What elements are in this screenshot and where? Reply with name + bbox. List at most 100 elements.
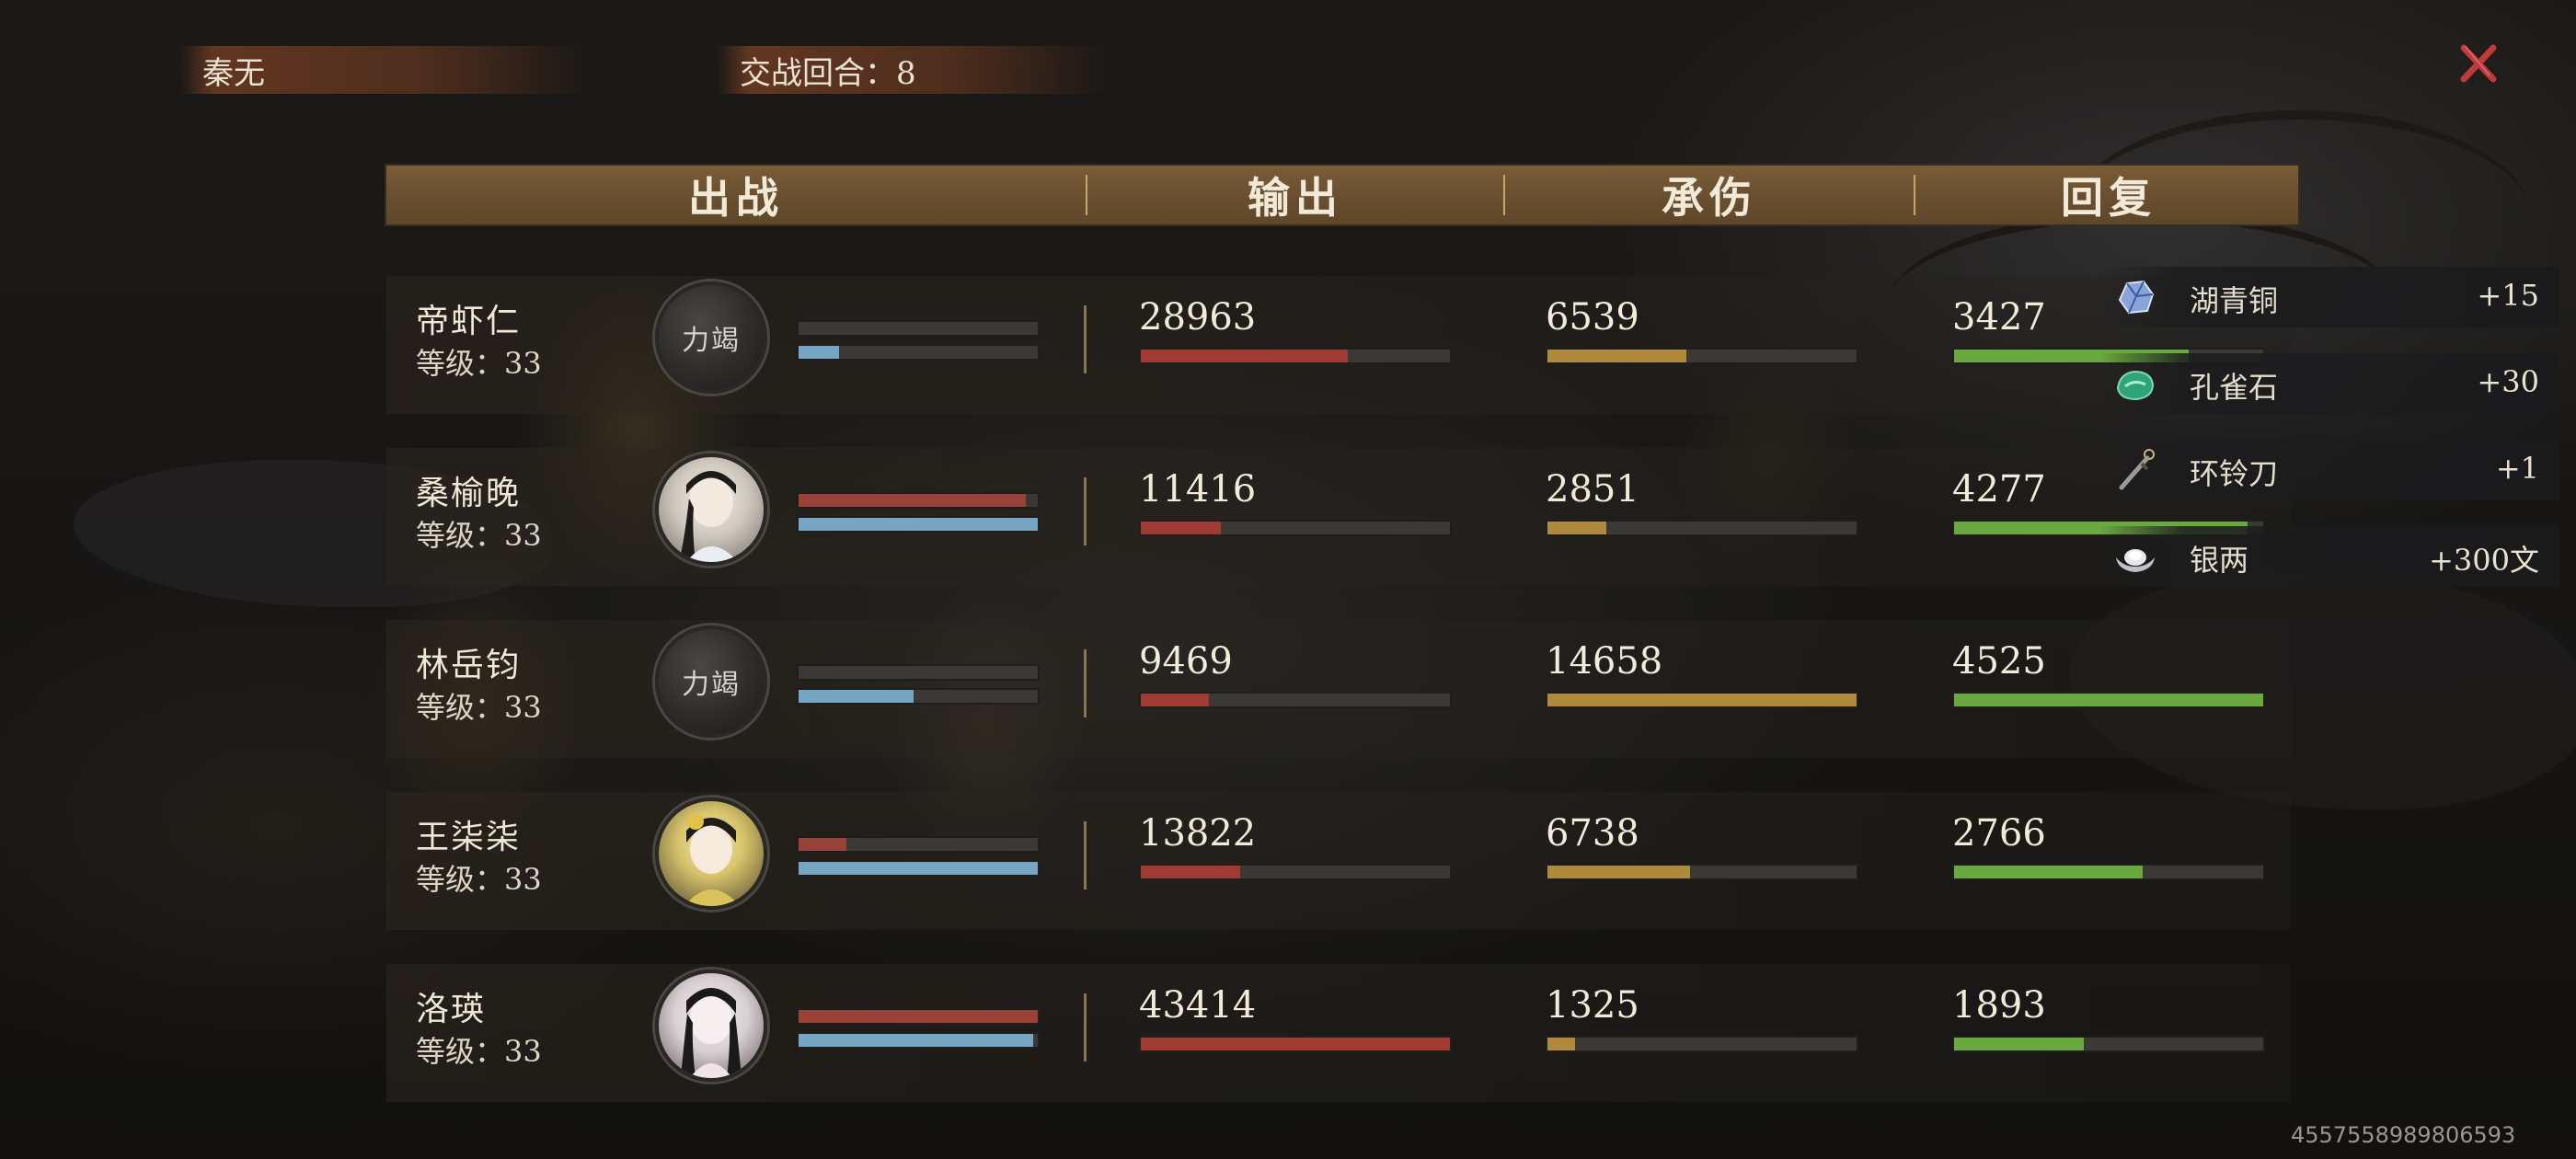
column-header-deploy: 出战 [688, 173, 784, 223]
reward-name: 孔雀石 [2190, 370, 2279, 405]
damage-taken-bar-fill [1547, 1038, 1576, 1050]
battle-round-label: 交战回合：8 [740, 54, 916, 92]
character-row: 林岳钧 等级：33 力竭 9469 14658 4525 [386, 620, 2291, 758]
output-bar [1139, 1036, 1452, 1052]
column-header-recovery: 回复 [2061, 173, 2156, 223]
energy-bar-fill [799, 346, 840, 359]
battle-result-screen: 秦无 交战回合：8 出战 输出 承伤 回复 帝虾仁 等级：33 力竭 28963 [0, 0, 2576, 1159]
recovery-bar [1952, 1036, 2265, 1052]
energy-bar [797, 344, 1040, 361]
stats-table-header: 出战 输出 承伤 回复 [385, 164, 2300, 226]
character-level: 等级：33 [416, 862, 542, 897]
damage-taken-value: 2851 [1546, 468, 1639, 511]
close-button[interactable] [2453, 39, 2504, 90]
character-row: 王柒柒 等级：33 13822 6738 2766 [386, 792, 2291, 930]
output-value: 11416 [1139, 468, 1257, 511]
output-stat: 11416 [1139, 448, 1452, 586]
energy-bar-fill [799, 862, 1038, 875]
character-name: 桑榆晚 [416, 475, 522, 512]
damage-taken-value: 6738 [1546, 812, 1639, 855]
bronze-ore-icon [2118, 280, 2155, 315]
character-avatar[interactable] [655, 453, 767, 566]
damage-taken-bar-fill [1547, 694, 1857, 706]
character-name: 林岳钧 [416, 647, 522, 684]
recovery-bar [1952, 864, 2265, 880]
output-bar [1139, 348, 1452, 364]
output-stat: 28963 [1139, 276, 1452, 414]
recovery-stat: 2766 [1952, 792, 2265, 930]
output-bar-fill [1141, 1038, 1450, 1050]
reward-amount: +15 [2477, 278, 2539, 313]
battle-round-tag: 交战回合：8 [718, 46, 1108, 94]
energy-bar [797, 688, 1040, 705]
health-bar-fill [799, 838, 846, 851]
health-bar [797, 1008, 1040, 1025]
exhausted-label: 力竭 [682, 669, 741, 701]
damage-taken-stat: 1325 [1546, 964, 1858, 1102]
energy-bar [797, 860, 1040, 877]
character-avatar[interactable] [655, 798, 767, 910]
damage-taken-value: 6539 [1546, 296, 1639, 339]
damage-taken-stat: 2851 [1546, 448, 1858, 586]
output-bar-fill [1141, 522, 1222, 534]
health-bar [797, 836, 1040, 853]
output-bar-fill [1141, 350, 1349, 362]
character-row: 洛瑛 等级：33 43414 1325 1893 [386, 964, 2291, 1102]
recovery-bar [1952, 692, 2265, 708]
damage-taken-bar-fill [1547, 866, 1690, 878]
damage-taken-value: 14658 [1546, 640, 1663, 683]
output-value: 13822 [1139, 812, 1257, 855]
energy-bar-fill [799, 1034, 1033, 1047]
malachite-icon [2116, 370, 2155, 401]
output-value: 43414 [1139, 984, 1257, 1027]
reward-item[interactable]: 银两 +300文 [2099, 526, 2559, 587]
player-name: 秦无 [202, 54, 265, 92]
damage-taken-bar-fill [1547, 350, 1687, 362]
health-bar-fill [799, 494, 1026, 507]
damage-taken-bar-fill [1547, 522, 1606, 534]
output-stat: 43414 [1139, 964, 1452, 1102]
exhausted-label: 力竭 [682, 325, 741, 357]
damage-taken-stat: 14658 [1546, 620, 1858, 758]
character-avatar[interactable]: 力竭 [655, 281, 767, 394]
damage-taken-bar [1546, 1036, 1858, 1052]
character-name: 帝虾仁 [416, 303, 522, 340]
column-header-damage-taken: 承伤 [1662, 173, 1757, 223]
row-divider [1084, 993, 1087, 1061]
output-bar-fill [1141, 866, 1240, 878]
character-level: 等级：33 [416, 690, 542, 725]
character-level: 等级：33 [416, 346, 542, 381]
reward-name: 湖青铜 [2190, 283, 2279, 318]
row-divider [1084, 821, 1087, 889]
reward-item[interactable]: 环铃刀 +1 [2099, 440, 2559, 500]
recovery-bar-fill [1954, 694, 2263, 706]
recovery-stat: 1893 [1952, 964, 2265, 1102]
recovery-stat: 4525 [1952, 620, 2265, 758]
energy-bar [797, 1032, 1040, 1049]
row-divider [1084, 477, 1087, 545]
damage-taken-bar [1546, 520, 1858, 536]
ring-blade-icon [2119, 449, 2155, 490]
female-portrait-icon [681, 988, 742, 1078]
output-bar-fill [1141, 694, 1209, 706]
reward-name: 环铃刀 [2190, 456, 2279, 491]
health-bar-fill [799, 1010, 1038, 1023]
damage-taken-stat: 6738 [1546, 792, 1858, 930]
character-row: 桑榆晚 等级：33 11416 2851 4277 [386, 448, 2291, 586]
reward-item[interactable]: 孔雀石 +30 [2099, 353, 2559, 414]
female-portrait-icon [684, 813, 740, 906]
output-bar [1139, 692, 1452, 708]
reward-item[interactable]: 湖青铜 +15 [2099, 267, 2559, 327]
output-stat: 9469 [1139, 620, 1452, 758]
recovery-value: 2766 [1952, 812, 2046, 855]
character-level: 等级：33 [416, 1034, 542, 1069]
character-level: 等级：33 [416, 518, 542, 553]
recovery-value: 3427 [1952, 296, 2046, 339]
character-avatar[interactable] [655, 970, 767, 1082]
output-bar [1139, 864, 1452, 880]
player-id-code: 4557558989806593 [2291, 1122, 2516, 1148]
female-portrait-icon [679, 471, 738, 562]
player-name-tag: 秦无 [180, 46, 589, 94]
character-avatar[interactable]: 力竭 [655, 625, 767, 738]
damage-taken-bar [1546, 348, 1858, 364]
